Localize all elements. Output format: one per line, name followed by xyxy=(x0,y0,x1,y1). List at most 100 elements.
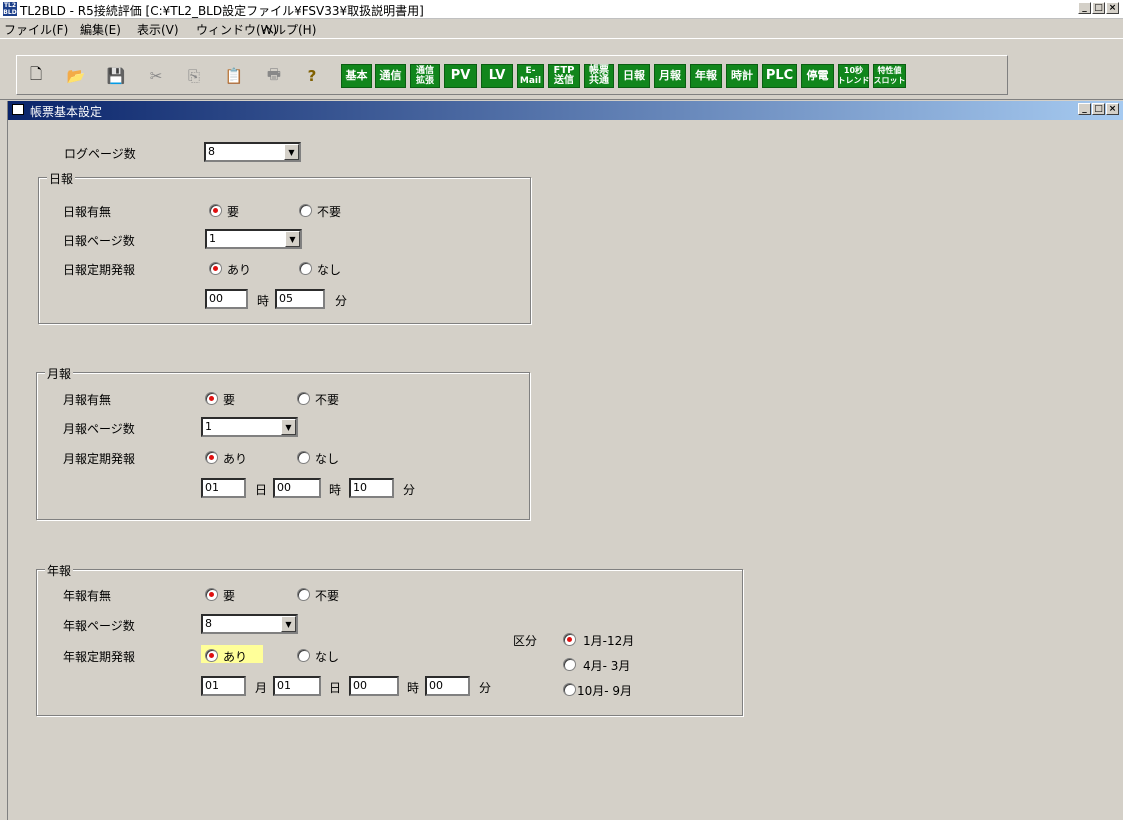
minimize-button[interactable]: _ xyxy=(1078,2,1091,14)
daily-pages-label: 日報ページ数 xyxy=(63,234,135,248)
child-maximize-button[interactable]: □ xyxy=(1092,103,1105,115)
child-minimize-button[interactable]: _ xyxy=(1078,103,1091,115)
save-icon[interactable]: 💾 xyxy=(107,67,126,85)
btn-comm-ext[interactable]: 通信 拡張 xyxy=(410,64,440,88)
log-pages-select[interactable]: 8 ▼ xyxy=(204,142,301,162)
yearly-day-unit: 日 xyxy=(329,681,342,695)
btn-10s-trend[interactable]: 10秒 トレンド xyxy=(838,64,870,88)
monthly-periodic-label: 月報定期発報 xyxy=(63,452,136,466)
menu-edit[interactable]: 編集(E) xyxy=(80,21,121,38)
btn-daily[interactable]: 日報 xyxy=(618,64,650,88)
yearly-not-required-radio[interactable] xyxy=(297,588,310,601)
btn-power-failure[interactable]: 停電 xyxy=(801,64,834,88)
division-oct-sep-radio[interactable] xyxy=(563,683,576,696)
monthly-periodic-off-radio[interactable] xyxy=(297,451,310,464)
yearly-required-label: 要 xyxy=(223,589,236,603)
monthly-hour-unit: 時 xyxy=(329,483,342,497)
menu-bar: ファイル(F) 編集(E) 表示(V) ウィンドウ(W) ヘルプ(H) xyxy=(0,19,1123,37)
monthly-periodic-on-label: あり xyxy=(223,452,248,466)
yearly-hour-unit: 時 xyxy=(407,681,420,695)
division-apr-mar-radio[interactable] xyxy=(563,658,576,671)
child-window-controls: _ □ × xyxy=(1078,103,1119,115)
daily-periodic-off-radio[interactable] xyxy=(299,262,312,275)
yearly-group-title: 年報 xyxy=(45,562,74,579)
btn-pv[interactable]: PV xyxy=(444,64,477,88)
yearly-not-required-label: 不要 xyxy=(315,589,340,603)
division-jan-dec-radio[interactable] xyxy=(563,633,576,646)
btn-lv[interactable]: LV xyxy=(481,64,513,88)
division-oct-sep-label: 10月- 9月 xyxy=(577,684,633,698)
copy-icon[interactable]: ⎘ xyxy=(185,67,203,85)
open-icon[interactable]: 📂 xyxy=(67,67,86,85)
yearly-minute-unit: 分 xyxy=(479,681,492,695)
child-close-button[interactable]: × xyxy=(1106,103,1119,115)
yearly-periodic-off-radio[interactable] xyxy=(297,649,310,662)
btn-plc[interactable]: PLC xyxy=(762,64,797,88)
btn-yearly[interactable]: 年報 xyxy=(690,64,722,88)
monthly-periodic-on-radio[interactable] xyxy=(205,451,218,464)
yearly-required-radio[interactable] xyxy=(205,588,218,601)
menu-help[interactable]: ヘルプ(H) xyxy=(262,21,316,38)
btn-email[interactable]: E- Mail xyxy=(517,64,544,88)
daily-minute-input[interactable]: 05 xyxy=(275,289,325,309)
yearly-month-unit: 月 xyxy=(255,681,268,695)
monthly-group-title: 月報 xyxy=(45,365,74,382)
yearly-pages-label: 年報ページ数 xyxy=(63,619,135,633)
daily-pages-select[interactable]: 1 ▼ xyxy=(205,229,302,249)
daily-required-radio[interactable] xyxy=(209,204,222,217)
child-title-bar: 帳票基本設定 _ □ × xyxy=(8,101,1123,120)
yearly-hour-input[interactable]: 00 xyxy=(349,676,399,696)
btn-ftp[interactable]: FTP 送信 xyxy=(548,64,580,88)
monthly-minute-unit: 分 xyxy=(403,483,416,497)
menu-file[interactable]: ファイル(F) xyxy=(4,21,68,38)
print-icon[interactable]: 🖶 xyxy=(265,65,283,84)
btn-basic[interactable]: 基本 xyxy=(341,64,372,88)
daily-hour-unit: 時 xyxy=(257,294,270,308)
yearly-periodic-on-radio[interactable] xyxy=(205,649,218,662)
chevron-down-icon[interactable]: ▼ xyxy=(285,231,300,247)
btn-monthly[interactable]: 月報 xyxy=(654,64,686,88)
close-button[interactable]: × xyxy=(1106,2,1119,14)
daily-hour-input[interactable]: 00 xyxy=(205,289,248,309)
daily-not-required-radio[interactable] xyxy=(299,204,312,217)
yearly-enabled-label: 年報有無 xyxy=(63,589,112,603)
maximize-button[interactable]: □ xyxy=(1092,2,1105,14)
btn-characteristic-slot[interactable]: 特性値 スロット xyxy=(873,64,906,88)
chevron-down-icon[interactable]: ▼ xyxy=(281,616,296,632)
monthly-minute-input[interactable]: 10 xyxy=(349,478,394,498)
paste-icon[interactable]: 📋 xyxy=(225,67,244,85)
daily-periodic-on-label: あり xyxy=(227,263,252,277)
daily-minute-unit: 分 xyxy=(335,294,348,308)
monthly-report-group: 月報 月報有無 要 不要 月報ページ数 1 ▼ 月報定期発報 あり なし 01 … xyxy=(36,365,530,520)
btn-clock[interactable]: 時計 xyxy=(726,64,758,88)
division-jan-dec-label: 1月-12月 xyxy=(583,634,635,648)
monthly-pages-label: 月報ページ数 xyxy=(63,422,135,436)
yearly-day-input[interactable]: 01 xyxy=(273,676,321,696)
monthly-not-required-radio[interactable] xyxy=(297,392,310,405)
menu-view[interactable]: 表示(V) xyxy=(137,21,179,38)
division-apr-mar-label: 4月- 3月 xyxy=(583,659,631,673)
cut-icon[interactable]: ✂ xyxy=(147,67,165,85)
yearly-periodic-label: 年報定期発報 xyxy=(63,650,136,664)
chevron-down-icon[interactable]: ▼ xyxy=(284,144,299,160)
monthly-not-required-label: 不要 xyxy=(315,393,340,407)
monthly-required-radio[interactable] xyxy=(205,392,218,405)
help-icon[interactable]: ? xyxy=(303,67,321,85)
yearly-minute-input[interactable]: 00 xyxy=(425,676,470,696)
monthly-hour-input[interactable]: 00 xyxy=(273,478,321,498)
btn-comm[interactable]: 通信 xyxy=(375,64,406,88)
daily-periodic-on-radio[interactable] xyxy=(209,262,222,275)
division-label: 区分 xyxy=(513,634,538,648)
btn-report-common[interactable]: 帳票 共通 xyxy=(584,64,614,88)
monthly-pages-select[interactable]: 1 ▼ xyxy=(201,417,298,437)
new-icon[interactable]: 🗋 xyxy=(27,65,45,84)
daily-periodic-label: 日報定期発報 xyxy=(63,263,136,277)
daily-not-required-label: 不要 xyxy=(317,205,342,219)
yearly-periodic-on-label: あり xyxy=(223,650,248,664)
monthly-periodic-off-label: なし xyxy=(315,452,340,466)
child-window-title: 帳票基本設定 xyxy=(30,105,103,119)
monthly-day-input[interactable]: 01 xyxy=(201,478,246,498)
chevron-down-icon[interactable]: ▼ xyxy=(281,419,296,435)
yearly-month-input[interactable]: 01 xyxy=(201,676,246,696)
yearly-pages-select[interactable]: 8 ▼ xyxy=(201,614,298,634)
